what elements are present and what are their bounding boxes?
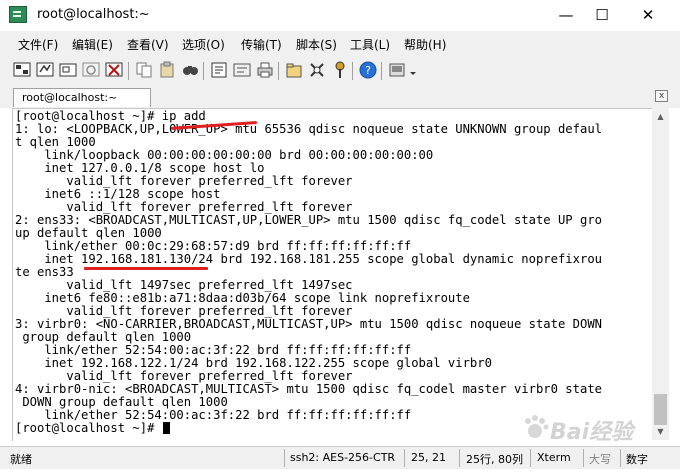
- status-session: ssh2: AES-256-CTR: [290, 451, 396, 464]
- session-options-icon[interactable]: [209, 60, 229, 80]
- toolbar-divider: [381, 62, 382, 80]
- vertical-scrollbar[interactable]: ▲ ▼: [652, 108, 669, 440]
- scroll-up-arrow-icon[interactable]: ▲: [652, 108, 669, 125]
- keymap-icon[interactable]: [307, 60, 327, 80]
- svg-text:?: ?: [365, 64, 371, 77]
- menu-bar: 文件(F) 编辑(E) 查看(V) 选项(O) 传输(T) 脚本(S) 工具(L…: [0, 31, 680, 56]
- status-divider: [284, 449, 285, 467]
- status-rows-cols: 25行, 80列: [466, 453, 523, 466]
- tab-session[interactable]: root@localhost:~: [13, 88, 151, 107]
- menu-script[interactable]: 脚本(S): [296, 36, 337, 53]
- status-divider: [583, 449, 584, 467]
- text-cursor: [162, 422, 170, 434]
- toolbar-divider: [128, 62, 129, 80]
- paste-icon[interactable]: [157, 60, 177, 80]
- close-button[interactable]: ✕: [625, 0, 671, 31]
- global-options-icon[interactable]: [232, 60, 252, 80]
- baidu-watermark: Bai经验: [520, 410, 670, 445]
- terminal-line: inet 192.168.181.130/24 brd 192.168.181.…: [15, 252, 602, 266]
- title-bar: root@localhost:~ — ☐ ✕: [0, 0, 680, 31]
- session-tab-strip: root@localhost:~ x: [0, 86, 680, 108]
- sftp-icon[interactable]: [284, 60, 304, 80]
- maximize-button[interactable]: ☐: [579, 0, 625, 31]
- status-cursor-position: 25, 21: [411, 451, 446, 464]
- connect-icon[interactable]: [12, 60, 32, 80]
- annotation-underline: [84, 267, 208, 270]
- print-icon[interactable]: [255, 60, 275, 80]
- status-num-lock: 数字: [626, 453, 648, 466]
- terminal-prompt-line: [root@localhost ~]#: [15, 422, 170, 435]
- status-divider: [459, 449, 460, 467]
- status-caps-lock: 大写: [589, 453, 611, 466]
- terminal-output[interactable]: [root@localhost ~]# ip add 1: lo: <LOOPB…: [12, 108, 653, 441]
- connect-in-tab-icon[interactable]: [58, 60, 78, 80]
- toolbar-divider: [278, 62, 279, 80]
- toolbar: ?: [0, 56, 680, 87]
- screen-options-icon[interactable]: [387, 60, 407, 80]
- status-divider: [404, 449, 405, 467]
- watermark-text: Bai经验: [550, 420, 634, 445]
- menu-options[interactable]: 选项(O): [182, 36, 225, 53]
- menu-view[interactable]: 查看(V): [127, 36, 169, 53]
- securecrt-window: root@localhost:~ — ☐ ✕ 文件(F) 编辑(E) 查看(V)…: [0, 0, 680, 475]
- disconnect-icon[interactable]: [104, 60, 124, 80]
- copy-icon[interactable]: [134, 60, 154, 80]
- status-ready: 就绪: [10, 453, 32, 466]
- status-divider: [530, 449, 531, 467]
- find-icon[interactable]: [180, 60, 200, 80]
- help-icon[interactable]: ?: [358, 60, 378, 80]
- toolbar-divider: [352, 62, 353, 80]
- menu-file[interactable]: 文件(F): [18, 36, 58, 53]
- terminal-line: 1: lo: <LOOPBACK,UP,LOWER_UP> mtu 65536 …: [15, 122, 602, 136]
- close-tab-icon[interactable]: x: [655, 90, 668, 102]
- status-terminal-type: Xterm: [537, 451, 571, 464]
- menu-help[interactable]: 帮助(H): [404, 36, 446, 53]
- terminal-app-icon: [9, 6, 27, 23]
- reconnect-icon[interactable]: [81, 60, 101, 80]
- quick-connect-icon[interactable]: [35, 60, 55, 80]
- status-bar: 就绪 ssh2: AES-256-CTR 25, 21 25行, 80列 Xte…: [0, 446, 680, 469]
- window-title: root@localhost:~: [37, 7, 150, 22]
- tab-label: root@localhost:~: [22, 91, 118, 104]
- menu-edit[interactable]: 编辑(E): [72, 36, 113, 53]
- status-divider: [620, 449, 621, 467]
- menu-transfer[interactable]: 传输(T): [241, 36, 282, 53]
- key-icon[interactable]: [330, 60, 350, 80]
- chevron-down-icon[interactable]: [408, 60, 418, 80]
- menu-tools[interactable]: 工具(L): [350, 36, 390, 53]
- toolbar-divider: [203, 62, 204, 80]
- terminal-prompt: [root@localhost ~]#: [15, 421, 162, 435]
